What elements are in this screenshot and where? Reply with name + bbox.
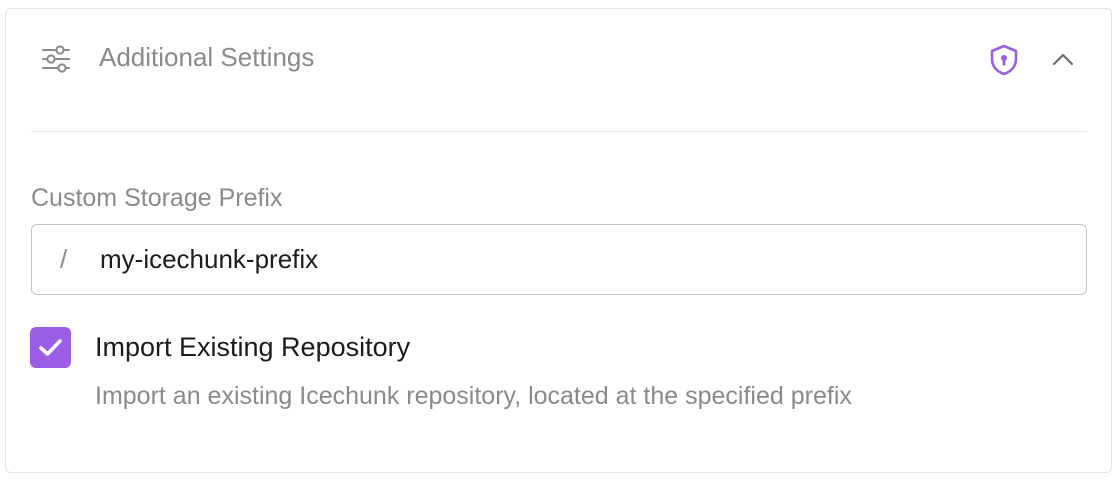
storage-prefix-label: Custom Storage Prefix bbox=[31, 184, 283, 212]
sliders-icon bbox=[40, 43, 72, 75]
header-divider bbox=[31, 131, 1087, 132]
import-existing-checkbox[interactable] bbox=[30, 327, 71, 368]
storage-prefix-input[interactable]: / my-icechunk-prefix bbox=[31, 224, 1087, 295]
panel-header[interactable]: Additional Settings bbox=[6, 9, 1111, 109]
additional-settings-panel: Additional Settings Custom Storage Prefi… bbox=[5, 8, 1112, 473]
import-existing-label[interactable]: Import Existing Repository bbox=[95, 329, 410, 365]
prefix-slash: / bbox=[60, 244, 68, 274]
storage-prefix-value[interactable]: my-icechunk-prefix bbox=[100, 242, 318, 276]
import-existing-help: Import an existing Icechunk repository, … bbox=[95, 382, 852, 410]
panel-title: Additional Settings bbox=[99, 42, 315, 72]
shield-lock-icon[interactable] bbox=[986, 42, 1022, 78]
checkmark-icon bbox=[39, 339, 62, 356]
chevron-up-icon[interactable] bbox=[1049, 46, 1077, 74]
